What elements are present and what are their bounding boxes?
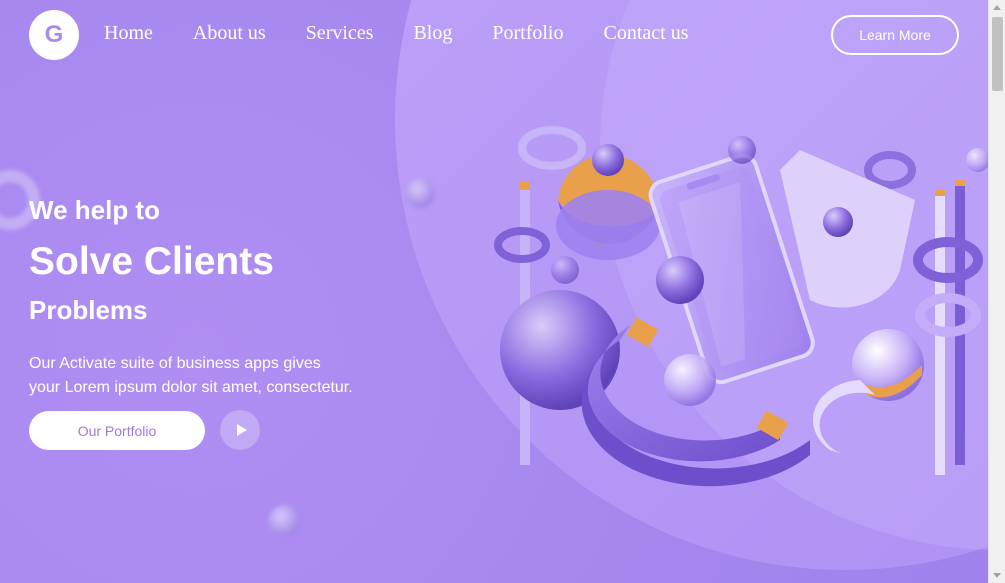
our-portfolio-button[interactable]: Our Portfolio xyxy=(29,411,205,450)
hero-line-3: Problems xyxy=(29,295,148,325)
hero-line-1: We help to xyxy=(29,195,160,225)
blurred-sphere-decoration xyxy=(405,178,435,208)
block-decoration xyxy=(626,317,659,348)
scroll-down-arrow-icon[interactable] xyxy=(993,573,1001,578)
ring-decoration xyxy=(913,237,983,283)
ring-decoration xyxy=(864,151,916,189)
scroll-up-arrow-icon[interactable] xyxy=(993,5,1001,10)
ring-decoration xyxy=(915,293,981,337)
hero-description-line-2: your Lorem ipsum dolor sit amet, consect… xyxy=(29,379,353,396)
ring-decoration xyxy=(812,380,875,455)
logo[interactable]: G xyxy=(29,10,79,60)
blurred-sphere-decoration xyxy=(268,505,300,537)
3d-phone-shapes-illustration xyxy=(494,126,988,487)
nav-item-services[interactable]: Services xyxy=(306,22,374,45)
learn-more-button[interactable]: Learn More xyxy=(831,15,959,55)
pillar-decoration xyxy=(955,180,965,186)
sphere-decoration xyxy=(592,144,624,176)
nav-item-contact-us[interactable]: Contact us xyxy=(603,22,688,45)
sphere-decoration xyxy=(966,148,988,172)
nav-item-portfolio[interactable]: Portfolio xyxy=(492,22,563,45)
sphere-decoration xyxy=(551,256,579,284)
nav-item-home[interactable]: Home xyxy=(104,22,153,45)
hero-title: Solve Clients xyxy=(29,240,274,283)
scrollbar-thumb[interactable] xyxy=(992,17,1003,91)
ring-decoration xyxy=(518,126,586,170)
sphere-decoration xyxy=(728,136,756,164)
pillar-decoration xyxy=(520,182,530,190)
play-icon xyxy=(236,424,247,436)
hero-description: Our Activate suite of business apps give… xyxy=(29,352,369,400)
sphere-decoration xyxy=(664,354,716,406)
logo-letter: G xyxy=(44,21,64,48)
sphere-decoration xyxy=(823,207,853,237)
pillar-decoration xyxy=(935,190,945,196)
page-background: G Home About us Services Blog Portfolio … xyxy=(0,0,988,583)
hemisphere-decoration xyxy=(556,190,660,260)
nav-item-about-us[interactable]: About us xyxy=(193,22,266,45)
vertical-scrollbar[interactable] xyxy=(988,0,1005,583)
sphere-decoration xyxy=(656,256,704,304)
hero-description-line-1: Our Activate suite of business apps give… xyxy=(29,355,321,372)
nav-item-blog[interactable]: Blog xyxy=(413,22,452,45)
play-video-button[interactable] xyxy=(220,410,260,450)
main-nav: Home About us Services Blog Portfolio Co… xyxy=(104,22,728,45)
